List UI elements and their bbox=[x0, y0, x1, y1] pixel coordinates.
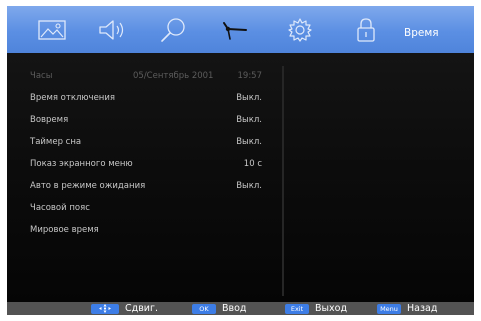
setting-label: Авто в режиме ожидания bbox=[30, 181, 146, 191]
setting-row-auto-standby[interactable]: Авто в режиме ожидания Выкл. bbox=[30, 179, 262, 193]
tab-search[interactable] bbox=[147, 6, 201, 53]
tv-menu-screen: Время Часы 05/Сентябрь 2001 19:57 Время … bbox=[7, 6, 474, 315]
setting-row-on-time[interactable]: Вовремя Выкл. bbox=[30, 113, 262, 127]
clock-date-value: 05/Сентябрь 2001 bbox=[133, 71, 214, 81]
key-hint-bar: Сдвиг. OK Ввод Exit Выход Menu Назад bbox=[7, 302, 474, 315]
setting-label: Часовой пояс bbox=[30, 203, 90, 213]
hint-move: Сдвиг. bbox=[91, 302, 158, 315]
gear-icon bbox=[288, 17, 312, 42]
hint-label: Ввод bbox=[222, 303, 247, 314]
exit-key-badge: Exit bbox=[285, 303, 309, 314]
setting-row-sleep-timer[interactable]: Таймер сна Выкл. bbox=[30, 135, 262, 149]
setting-value: Выкл. bbox=[236, 181, 262, 191]
hint-back: Menu Назад bbox=[377, 302, 437, 315]
speaker-icon bbox=[99, 19, 124, 40]
setting-value: 10 с bbox=[243, 159, 262, 169]
hint-enter: OK Ввод bbox=[192, 302, 247, 315]
hint-label: Выход bbox=[315, 303, 348, 314]
hint-label: Сдвиг. bbox=[125, 303, 158, 314]
page-title: Время bbox=[404, 27, 439, 39]
setting-row-osd-timer[interactable]: Показ экранного меню 10 с bbox=[30, 157, 262, 171]
setting-label: Часы bbox=[30, 71, 53, 81]
search-icon bbox=[161, 17, 185, 42]
menu-key-badge: Menu bbox=[377, 303, 401, 314]
setting-row-off-time[interactable]: Время отключения Выкл. bbox=[30, 91, 262, 105]
dpad-icon bbox=[91, 303, 119, 314]
setting-label: Мировое время bbox=[30, 225, 99, 235]
clock-time-value: 19:57 bbox=[237, 71, 263, 81]
setting-label: Вовремя bbox=[30, 115, 69, 125]
picture-icon bbox=[38, 19, 66, 40]
tab-sound[interactable] bbox=[85, 6, 139, 53]
lock-icon bbox=[357, 17, 375, 42]
hint-exit: Exit Выход bbox=[285, 302, 347, 315]
setting-value: Выкл. bbox=[236, 93, 262, 103]
clock-icon bbox=[223, 21, 247, 40]
panel-divider bbox=[282, 66, 284, 296]
setting-value: Выкл. bbox=[236, 115, 262, 125]
hint-label: Назад bbox=[407, 303, 438, 314]
ok-key-badge: OK bbox=[192, 303, 216, 314]
setting-row-world-time[interactable]: Мировое время bbox=[30, 223, 262, 237]
tab-time[interactable] bbox=[207, 6, 261, 53]
tab-setup[interactable] bbox=[273, 6, 327, 53]
setting-label: Таймер сна bbox=[30, 137, 82, 147]
setting-row-clock: Часы 05/Сентябрь 2001 19:57 bbox=[30, 69, 262, 83]
menu-tab-bar: Время bbox=[7, 6, 474, 53]
setting-value: Выкл. bbox=[236, 137, 262, 147]
setting-label: Время отключения bbox=[30, 93, 116, 103]
tab-lock[interactable] bbox=[339, 6, 393, 53]
setting-row-time-zone[interactable]: Часовой пояс bbox=[30, 201, 262, 215]
setting-label: Показ экранного меню bbox=[30, 159, 133, 169]
tab-picture[interactable] bbox=[25, 6, 79, 53]
